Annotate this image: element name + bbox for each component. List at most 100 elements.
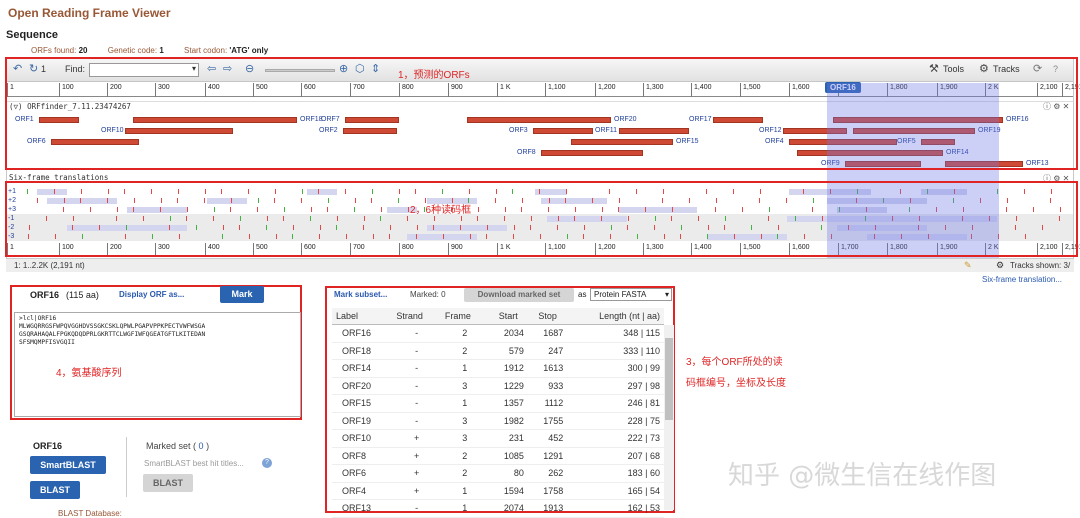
- table-row[interactable]: ORF19-3 1982 1755 228 | 75: [332, 412, 664, 430]
- table-cell: +: [392, 447, 441, 465]
- table-scroll-thumb[interactable]: [665, 338, 673, 420]
- table-cell: 246 | 81: [567, 394, 664, 413]
- table-header: Label Strand Frame Start Stop Length (nt | aa…: [332, 308, 664, 325]
- status-bar: 1: 1..2.2K (2,191 nt) ✎ ⚙ Tracks shown: …: [6, 258, 1074, 272]
- annotation-box-frames: [5, 181, 1078, 257]
- table-cell: -: [392, 359, 441, 378]
- marked-set-close: ): [206, 441, 210, 451]
- annotation-box-orfs: [5, 57, 1078, 170]
- column-header[interactable]: Label: [332, 308, 393, 325]
- table-cell: -: [392, 324, 441, 343]
- table-row[interactable]: ORF8 +2 1085 1291 207 | 68: [332, 447, 664, 465]
- orf-table: Label Strand Frame Start Stop Length (nt | aa…: [332, 308, 664, 518]
- table-cell: 1: [440, 482, 489, 500]
- table-row[interactable]: ORF18-2 579 247 333 | 110: [332, 342, 664, 360]
- mark-subset-link[interactable]: Mark subset...: [334, 290, 387, 299]
- annotation-frames: 2，6种读码框: [410, 205, 472, 216]
- orfs-found-label: ORFs found:: [31, 46, 77, 55]
- genetic-code-value: 1: [159, 46, 164, 55]
- table-row[interactable]: ORF14-1 1912 1613 300 | 99: [332, 359, 664, 378]
- table-cell: 3: [440, 377, 489, 395]
- table-cell: 452: [527, 429, 568, 448]
- marked-count: Marked: 0: [410, 290, 446, 299]
- format-select[interactable]: Protein FASTA ▾: [590, 288, 672, 301]
- table-cell: 1085: [488, 447, 528, 465]
- table-body: ORF16-2 2034 1687 348 | 115 ORF18-2 579 247 333…: [332, 324, 664, 518]
- table-cell: ORF18: [332, 342, 393, 360]
- table-cell: 165 | 54: [567, 482, 664, 500]
- annotation-table-1: 3，每个ORF所处的读: [686, 357, 783, 368]
- table-cell: 1594: [488, 482, 528, 500]
- table-cell: 162 | 53: [567, 499, 664, 518]
- range-text: 1: 1..2.2K (2,191 nt): [14, 261, 85, 270]
- table-row[interactable]: ORF13-1 2074 1913 162 | 53: [332, 499, 664, 518]
- table-cell: 80: [488, 464, 528, 483]
- blast-disabled-button: BLAST: [143, 474, 193, 492]
- watermark: 知乎 @微生信在线作图: [728, 461, 997, 491]
- table-cell: 2034: [488, 324, 528, 343]
- tracks-shown: Tracks shown: 3/: [1010, 261, 1071, 270]
- table-cell: +: [392, 429, 441, 448]
- table-row[interactable]: ORF4 +1 1594 1758 165 | 54: [332, 482, 664, 500]
- column-header[interactable]: Start: [488, 308, 528, 325]
- start-codon-label: Start codon:: [184, 46, 228, 55]
- table-row[interactable]: ORF16-2 2034 1687 348 | 115: [332, 324, 664, 343]
- table-row[interactable]: ORF15-1 1357 1112 246 | 81: [332, 394, 664, 413]
- section-title: Sequence: [6, 29, 58, 41]
- page-title: Open Reading Frame Viewer: [8, 6, 171, 20]
- table-cell: 1687: [527, 324, 568, 343]
- as-label: as: [578, 290, 587, 299]
- table-cell: 1912: [488, 359, 528, 378]
- table-cell: 262: [527, 464, 568, 483]
- table-cell: 2: [440, 447, 489, 465]
- table-cell: ORF19: [332, 412, 393, 430]
- table-cell: ORF6: [332, 464, 393, 483]
- table-cell: ORF15: [332, 394, 393, 413]
- annotation-orfs: 1，预测的ORFs: [398, 70, 470, 81]
- smartblast-button[interactable]: SmartBLAST: [30, 456, 106, 474]
- table-cell: ORF20: [332, 377, 393, 395]
- table-cell: 1758: [527, 482, 568, 500]
- gear-icon-status[interactable]: ⚙: [996, 260, 1004, 271]
- table-cell: +: [392, 482, 441, 500]
- download-button[interactable]: Download marked set: [464, 288, 574, 302]
- orf-panel-aa: (115 aa): [66, 290, 99, 300]
- table-cell: 3: [440, 412, 489, 430]
- table-row[interactable]: ORF6 +2 80 262 183 | 60: [332, 464, 664, 483]
- table-cell: 207 | 68: [567, 447, 664, 465]
- summary-line: ORFs found: 20 Genetic code: 1 Start cod…: [31, 46, 268, 55]
- best-hit-label: SmartBLAST best hit titles...: [144, 459, 244, 468]
- column-header[interactable]: Strand: [392, 308, 441, 325]
- table-cell: 1613: [527, 359, 568, 378]
- table-cell: 222 | 73: [567, 429, 664, 448]
- table-cell: -: [392, 342, 441, 360]
- display-orf-link[interactable]: Display ORF as...: [119, 290, 184, 299]
- six-frame-link[interactable]: Six-frame translation...: [982, 275, 1062, 284]
- mark-button[interactable]: Mark: [220, 286, 264, 303]
- blast-button[interactable]: BLAST: [30, 481, 80, 499]
- table-cell: 1291: [527, 447, 568, 465]
- table-row[interactable]: ORF10 +3 231 452 222 | 73: [332, 429, 664, 448]
- marked-set-label: Marked set ( 0 ): [146, 441, 209, 451]
- column-header[interactable]: Stop: [527, 308, 568, 325]
- table-cell: ORF16: [332, 324, 393, 343]
- table-row[interactable]: ORF20-3 1229 933 297 | 98: [332, 377, 664, 395]
- table-cell: ORF4: [332, 482, 393, 500]
- annotation-sequence: 4，氨基酸序列: [56, 368, 122, 379]
- table-cell: 348 | 115: [567, 324, 664, 343]
- table-cell: 1: [440, 394, 489, 413]
- table-cell: 1229: [488, 377, 528, 395]
- table-cell: 1112: [527, 394, 568, 413]
- table-cell: 231: [488, 429, 528, 448]
- orfs-found-value: 20: [78, 46, 88, 55]
- pencil-icon[interactable]: ✎: [964, 260, 972, 271]
- table-cell: ORF14: [332, 359, 393, 378]
- table-cell: 2: [440, 464, 489, 483]
- help-icon[interactable]: ?: [262, 458, 272, 468]
- format-value: Protein FASTA: [594, 290, 647, 299]
- table-cell: 1755: [527, 412, 568, 430]
- blast-orf-name: ORF16: [33, 441, 63, 451]
- column-header[interactable]: Frame: [440, 308, 489, 325]
- column-header[interactable]: Length (nt | aa): [567, 308, 664, 325]
- table-cell: -: [392, 377, 441, 395]
